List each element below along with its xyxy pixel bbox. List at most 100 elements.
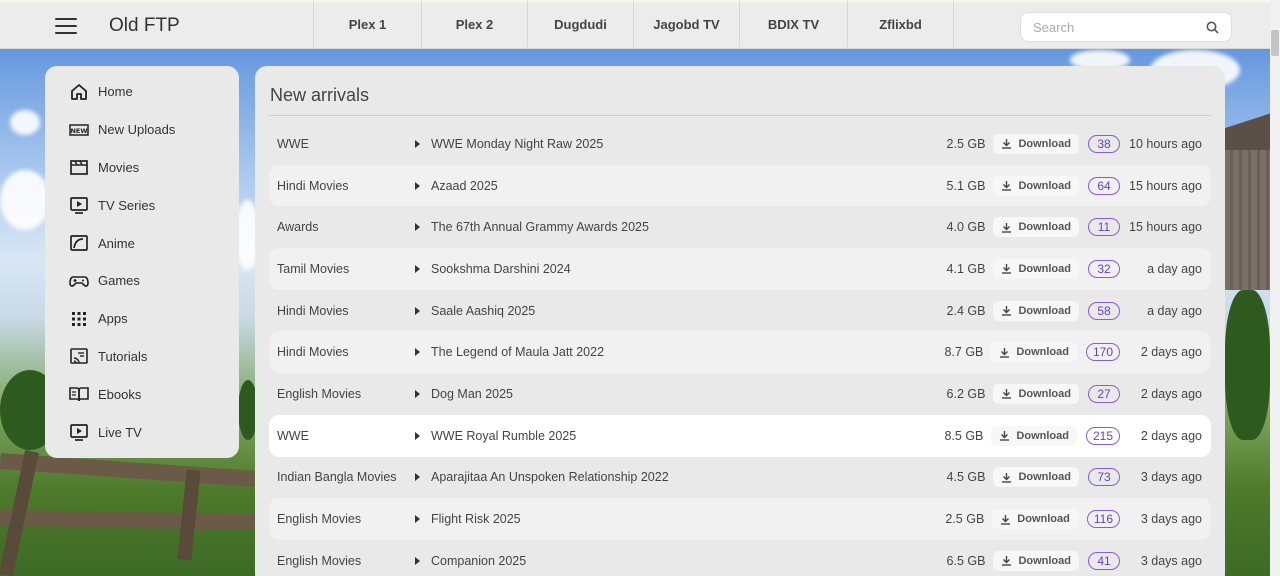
page-scrollbar[interactable] [1270,0,1280,576]
item-time: a day ago [1147,303,1202,318]
item-size: 8.5 GB [944,428,984,443]
item-title[interactable]: Dog Man 2025 [431,387,513,401]
item-title[interactable]: Azaad 2025 [431,179,498,193]
list-item[interactable]: English Movies Companion 2025 6.5 GB Dow… [269,540,1211,576]
download-button[interactable]: Download [991,342,1077,363]
item-title[interactable]: Sookshma Darshini 2024 [431,262,571,276]
item-meta: 4.1 GB Download 32 a day ago [947,258,1202,279]
nav-tab-zflixbd[interactable]: Zflixbd [847,1,954,47]
sidebar-item-anime[interactable]: Anime [45,224,239,262]
svg-text:NEW: NEW [70,127,87,135]
item-category[interactable]: English Movies [277,554,361,568]
clapperboard-icon [70,160,88,176]
item-category[interactable]: WWE [277,137,309,151]
list-item[interactable]: Awards The 67th Annual Grammy Awards 202… [269,206,1211,248]
download-label: Download [1018,387,1071,400]
sidebar-item-label: Ebooks [98,386,142,402]
list-item[interactable]: Hindi Movies Saale Aashiq 2025 2.4 GB Do… [269,290,1211,332]
download-button[interactable]: Download [993,550,1079,571]
download-button[interactable]: Download [991,425,1077,446]
search-input[interactable] [1021,19,1191,35]
play-arrow-icon [415,181,420,190]
play-arrow-icon [415,473,420,482]
grid-icon [72,311,86,326]
item-meta: 5.1 GB Download 64 15 hours ago [947,175,1202,196]
download-button[interactable]: Download [993,300,1079,321]
nav-tab-plex-1[interactable]: Plex 1 [313,1,421,47]
list-item[interactable]: WWE WWE Monday Night Raw 2025 2.5 GB Dow… [269,123,1211,165]
sidebar-item-tv-series[interactable]: TV Series [45,186,239,224]
download-button[interactable]: Download [993,467,1079,488]
item-title[interactable]: The 67th Annual Grammy Awards 2025 [431,220,649,234]
sidebar: Home NEW New Uploads Movies TV Series An… [45,66,239,458]
sidebar-item-live-tv[interactable]: Live TV [45,413,239,451]
item-category[interactable]: English Movies [277,387,361,401]
item-title[interactable]: Aparajitaa An Unspoken Relationship 2022 [431,470,669,484]
item-time: 2 days ago [1140,345,1202,360]
item-size: 4.0 GB [946,220,986,235]
item-category[interactable]: Tamil Movies [277,262,349,276]
play-arrow-icon [415,306,420,315]
item-title[interactable]: Saale Aashiq 2025 [431,304,535,318]
item-title[interactable]: WWE Royal Rumble 2025 [431,429,576,443]
item-meta: 2.5 GB Download 116 3 days ago [945,509,1202,530]
play-arrow-icon [415,515,420,524]
item-meta: 4.0 GB Download 11 15 hours ago [946,217,1202,238]
nav-tab-jagobd-tv[interactable]: Jagobd TV [633,1,739,47]
download-button[interactable]: Download [993,383,1079,404]
list-item[interactable]: English Movies Flight Risk 2025 2.5 GB D… [269,498,1211,540]
sidebar-item-label: Apps [98,311,128,327]
sidebar-item-tutorials[interactable]: Tutorials [45,338,239,376]
item-category[interactable]: Hindi Movies [277,345,349,359]
sidebar-item-home[interactable]: Home [45,73,239,111]
list-item[interactable]: Indian Bangla Movies Aparajitaa An Unspo… [269,457,1211,499]
list-item[interactable]: Tamil Movies Sookshma Darshini 2024 4.1 … [269,248,1211,290]
download-button[interactable]: Download [992,509,1078,530]
brand-title[interactable]: Old FTP [109,15,314,37]
item-size: 2.5 GB [945,512,985,527]
item-category[interactable]: WWE [277,429,309,443]
item-title[interactable]: The Legend of Maula Jatt 2022 [431,345,604,359]
item-category[interactable]: Indian Bangla Movies [277,470,397,484]
item-meta: 8.7 GB Download 170 2 days ago [944,342,1202,363]
play-arrow-icon [415,431,420,440]
item-time: 2 days ago [1140,386,1202,401]
sidebar-item-new-uploads[interactable]: NEW New Uploads [45,111,239,149]
item-meta: 2.4 GB Download 58 a day ago [947,300,1202,321]
sidebar-item-apps[interactable]: Apps [45,300,239,338]
item-meta: 6.5 GB Download 41 3 days ago [946,550,1202,571]
item-time: 3 days ago [1140,470,1202,485]
download-button[interactable]: Download [993,133,1079,154]
nav-tab-plex-2[interactable]: Plex 2 [421,1,527,47]
scrollbar-thumb[interactable] [1271,30,1279,56]
list-item[interactable]: Hindi Movies The Legend of Maula Jatt 20… [269,331,1211,374]
hamburger-menu-icon[interactable] [55,17,77,34]
download-button[interactable]: Download [993,175,1079,196]
list-item[interactable]: Hindi Movies Azaad 2025 5.1 GB Download … [269,164,1211,207]
item-category[interactable]: Hindi Movies [277,179,349,193]
download-icon [1002,181,1012,191]
sidebar-item-movies[interactable]: Movies [45,149,239,187]
download-icon [1002,222,1012,233]
search-icon[interactable] [1206,21,1219,34]
item-title[interactable]: Companion 2025 [431,554,526,568]
download-button[interactable]: Download [993,217,1079,238]
nav-tab-bdix-tv[interactable]: BDIX TV [739,1,847,47]
item-category[interactable]: Awards [277,220,318,234]
item-category[interactable]: English Movies [277,512,361,526]
item-size: 6.5 GB [946,553,986,568]
sidebar-item-games[interactable]: Games [45,262,239,300]
list-item[interactable]: WWE WWE Royal Rumble 2025 8.5 GB Downloa… [269,414,1211,457]
sidebar-item-ebooks[interactable]: Ebooks [45,375,239,413]
sidebar-item-label: Movies [98,159,140,175]
count-badge: 11 [1088,218,1120,237]
list-item[interactable]: English Movies Dog Man 2025 6.2 GB Downl… [269,373,1211,415]
item-title[interactable]: Flight Risk 2025 [431,512,521,526]
item-title[interactable]: WWE Monday Night Raw 2025 [431,137,603,151]
nav-tab-dugdudi[interactable]: Dugdudi [527,1,633,47]
item-time: 3 days ago [1140,512,1202,527]
sidebar-item-label: Tutorials [98,348,148,364]
item-category[interactable]: Hindi Movies [277,304,349,318]
download-button[interactable]: Download [993,258,1079,279]
download-label: Download [1018,471,1071,484]
